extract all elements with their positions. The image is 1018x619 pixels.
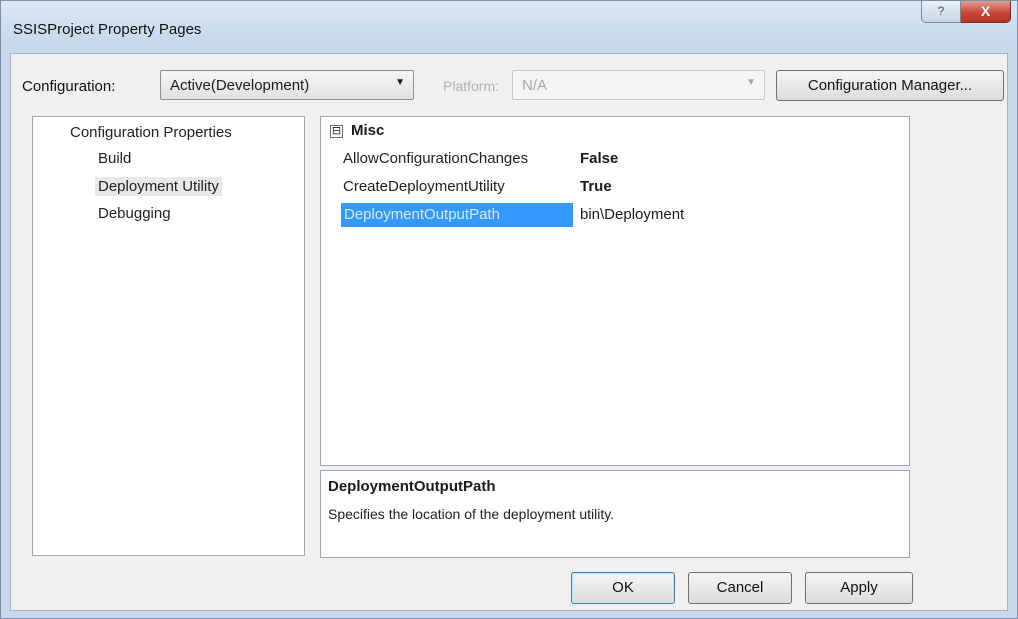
property-value[interactable]: bin\Deployment: [580, 206, 684, 223]
property-value[interactable]: False: [580, 150, 618, 167]
property-name[interactable]: AllowConfigurationChanges: [343, 150, 528, 167]
help-button[interactable]: ?: [921, 1, 961, 23]
collapse-icon[interactable]: ⊟: [330, 124, 343, 138]
configuration-value: Active(Development): [170, 77, 310, 94]
dropdown-arrow-icon: ▼: [746, 77, 756, 88]
tree-item-configuration-properties[interactable]: Configuration Properties: [70, 124, 232, 141]
configuration-label: Configuration:: [22, 78, 116, 95]
property-name[interactable]: CreateDeploymentUtility: [343, 178, 505, 195]
help-icon: ?: [937, 4, 945, 18]
platform-dropdown: N/A ▼: [512, 70, 765, 100]
configuration-manager-button[interactable]: Configuration Manager...: [776, 70, 1004, 101]
property-value[interactable]: True: [580, 178, 612, 195]
close-icon: X: [980, 3, 991, 19]
category-misc[interactable]: ⊟ Misc: [330, 122, 384, 139]
ok-button[interactable]: OK: [571, 572, 675, 604]
tree-item-debugging[interactable]: Debugging: [98, 205, 171, 222]
cancel-button[interactable]: Cancel: [688, 572, 792, 604]
description-text: Specifies the location of the deployment…: [328, 506, 615, 522]
configuration-dropdown[interactable]: Active(Development) ▼: [160, 70, 414, 100]
tree-item-build[interactable]: Build: [98, 150, 131, 167]
platform-value: N/A: [522, 77, 548, 94]
tree-item-deployment-utility[interactable]: Deployment Utility: [95, 177, 222, 196]
property-grid: [320, 116, 910, 466]
close-button[interactable]: X: [961, 1, 1011, 23]
description-title: DeploymentOutputPath: [328, 478, 496, 495]
platform-label: Platform:: [443, 78, 500, 94]
title-bar-buttons: ? X: [921, 1, 1011, 23]
window-title: SSISProject Property Pages: [13, 21, 202, 38]
apply-button[interactable]: Apply: [805, 572, 913, 604]
title-bar[interactable]: SSISProject Property Pages ? X: [1, 1, 1017, 47]
property-name-selected[interactable]: DeploymentOutputPath: [341, 203, 573, 227]
dropdown-arrow-icon: ▼: [395, 77, 405, 88]
category-label: Misc: [351, 122, 385, 139]
